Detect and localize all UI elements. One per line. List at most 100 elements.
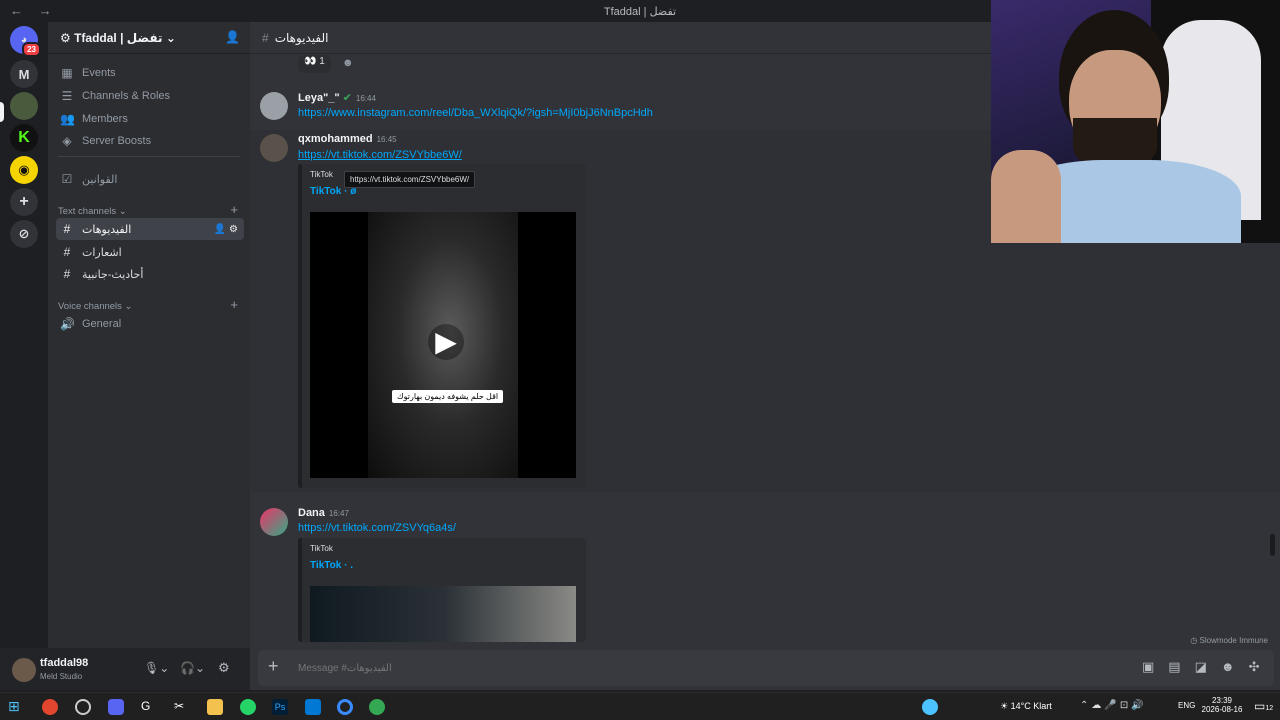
attach-plus-icon[interactable]: + xyxy=(268,656,279,677)
speaker-icon: 🔊 xyxy=(60,317,75,331)
add-server-button[interactable]: + xyxy=(10,188,38,216)
avatar[interactable] xyxy=(260,92,288,120)
clock[interactable]: 23:39 2026-08-16 xyxy=(1200,696,1244,714)
guild-name: Tfaddal | تفضل xyxy=(74,31,163,45)
message-composer: + ▣▤◪☻✣ xyxy=(258,650,1274,686)
app-g-icon[interactable]: G xyxy=(141,699,157,715)
sidebar-item-channels-roles[interactable]: ☰ Channels & Roles xyxy=(56,85,244,107)
browser-icon[interactable] xyxy=(337,699,353,715)
server-yellow-button[interactable]: ◉ xyxy=(10,156,38,184)
gift-icon[interactable]: ▣ xyxy=(1142,659,1168,674)
chrome-icon[interactable] xyxy=(42,699,58,715)
app-blue-icon[interactable] xyxy=(305,699,321,715)
folder-icon[interactable] xyxy=(207,699,223,715)
discover-button[interactable]: ⊘ xyxy=(10,220,38,248)
message-link[interactable]: https://vt.tiktok.com/ZSVYbbe6W/ xyxy=(298,149,462,161)
avatar[interactable] xyxy=(260,508,288,536)
message-author[interactable]: Dana 16:47 xyxy=(298,507,349,519)
divider xyxy=(58,156,240,157)
taskbar: ⊞ G ✂ Ps ☀ 14°C Klart ⌃☁🎤⊡🔊 ENG 23:39 202… xyxy=(0,692,1280,720)
hash-icon: # xyxy=(63,267,71,281)
members-icon: 👥 xyxy=(60,112,75,126)
headphones-icon[interactable]: 🎧⌄ xyxy=(180,661,205,675)
message-author[interactable]: qxmohammed 16:45 xyxy=(298,133,397,145)
composer-actions: ▣▤◪☻✣ xyxy=(1142,659,1273,675)
play-icon[interactable]: ▶ xyxy=(428,324,464,360)
avatar[interactable] xyxy=(12,658,36,682)
hash-icon: # xyxy=(63,245,71,259)
link-tooltip: https://vt.tiktok.com/ZSVYbbe6W/ xyxy=(344,171,476,188)
channel-side-talks[interactable]: # أحاديث-جانبية xyxy=(56,263,244,285)
boost-icon: ◈ xyxy=(62,134,72,148)
sidebar-item-members[interactable]: 👥 Members xyxy=(56,108,244,130)
channel-videos[interactable]: # الفيديوهات 👤 ⚙ xyxy=(56,218,244,240)
hash-icon: # xyxy=(262,31,269,45)
tray-icons[interactable]: ⌃☁🎤⊡🔊 xyxy=(1080,700,1147,711)
weather-icon: ☀ xyxy=(1000,701,1011,711)
direct-messages-button[interactable]: ◕ 23 xyxy=(10,26,41,57)
person-hand xyxy=(991,150,1061,243)
text-category[interactable]: Text channels ⌄ xyxy=(58,206,127,217)
calendar-icon: ▦ xyxy=(61,66,73,80)
add-text-channel-icon[interactable]: + xyxy=(230,202,238,217)
rules-icon: ☑ xyxy=(61,172,73,186)
message-input[interactable] xyxy=(298,659,1078,677)
language-indicator[interactable]: ENG xyxy=(1178,701,1195,710)
mic-icon[interactable]: 🎙⌄ xyxy=(144,661,169,675)
server-rail: ◕ 23 M K ◉ + ⊘ xyxy=(0,22,48,690)
embed-provider: TikTok xyxy=(310,170,333,179)
voice-category[interactable]: Voice channels ⌄ xyxy=(58,301,133,312)
channel-title: الفيديوهات xyxy=(274,31,329,45)
sidebar-item-rules[interactable]: ☑ القوانين xyxy=(56,168,244,190)
embed-title[interactable]: TikTok · . xyxy=(310,560,353,571)
message-author[interactable]: Leya"_" ✔ 16:44 xyxy=(298,91,376,104)
message-link[interactable]: https://www.instagram.com/reel/Dba_WXlqi… xyxy=(298,107,653,119)
avatar[interactable] xyxy=(260,134,288,162)
invite-icon[interactable]: 👤 xyxy=(225,30,240,44)
voice-channel-general[interactable]: 🔊 General xyxy=(56,313,244,335)
emoji-icon[interactable]: ☻ xyxy=(1221,659,1249,674)
photoshop-icon[interactable]: Ps xyxy=(272,699,288,715)
add-voice-channel-icon[interactable]: + xyxy=(230,297,238,312)
video-thumbnail[interactable]: ▶ اقل حلم يشوفه ديمون بهارتوك xyxy=(310,212,576,478)
server-m-button[interactable]: M xyxy=(10,60,38,88)
windows-start-icon[interactable]: ⊞ xyxy=(8,698,24,714)
guild-icon: ⚙ xyxy=(60,31,75,45)
server-kick-button[interactable]: K xyxy=(10,124,38,152)
verified-icon: ✔ xyxy=(342,92,352,104)
sidebar-item-server-boosts[interactable]: ◈ Server Boosts xyxy=(56,130,244,152)
gif-icon[interactable]: ▤ xyxy=(1168,659,1194,674)
sidebar-item-events[interactable]: ▦ Events xyxy=(56,62,244,84)
guild-header[interactable]: ⚙ Tfaddal | تفضل ⌄ 👤 xyxy=(48,22,250,54)
embed-provider: TikTok xyxy=(310,544,333,553)
list-icon: ☰ xyxy=(61,89,73,103)
server-tfaddal-button[interactable] xyxy=(10,92,38,120)
obs-icon[interactable] xyxy=(75,699,91,715)
reaction-chip[interactable]: 👀 1 xyxy=(298,55,331,73)
chevron-down-icon: ⌄ xyxy=(162,31,176,45)
discord-taskbar-icon[interactable] xyxy=(108,699,124,715)
user-panel: tfaddal98 Meld Studio 🎙⌄ 🎧⌄ ⚙ xyxy=(0,648,250,690)
unread-badge: 23 xyxy=(22,42,41,57)
webcam-overlay xyxy=(991,0,1280,243)
active-server-pill xyxy=(0,102,4,122)
user-settings-icon[interactable]: ⚙ xyxy=(218,660,230,676)
weather[interactable]: ☀ 14°C Klart xyxy=(1000,701,1052,712)
sticker-icon[interactable]: ◪ xyxy=(1195,659,1221,674)
apps-icon[interactable]: ✣ xyxy=(1249,659,1274,674)
copilot-icon[interactable] xyxy=(922,699,938,715)
channel-notifications[interactable]: # اشعارات xyxy=(56,241,244,263)
chrome-2-icon[interactable] xyxy=(369,699,385,715)
message-link[interactable]: https://vt.tiktok.com/ZSVYq6a4s/ xyxy=(298,522,456,534)
channel-settings-icon[interactable]: 👤 ⚙ xyxy=(214,224,238,235)
video-caption: اقل حلم يشوفه ديمون بهارتوك xyxy=(392,390,504,403)
scrollbar-thumb[interactable] xyxy=(1270,534,1275,556)
video-thumbnail[interactable] xyxy=(310,586,576,642)
add-reaction-icon[interactable]: ☻ xyxy=(342,57,354,69)
notification-icon[interactable]: ▭12 xyxy=(1254,699,1273,713)
message-dana: Dana 16:47 https://vt.tiktok.com/ZSVYq6a4… xyxy=(250,502,1280,642)
channel-sidebar: ⚙ Tfaddal | تفضل ⌄ 👤 ▦ Events ☰ Channels &… xyxy=(48,22,250,648)
capcut-icon[interactable]: ✂ xyxy=(174,699,190,715)
whatsapp-icon[interactable] xyxy=(240,699,256,715)
reaction-count: 1 xyxy=(319,56,325,67)
